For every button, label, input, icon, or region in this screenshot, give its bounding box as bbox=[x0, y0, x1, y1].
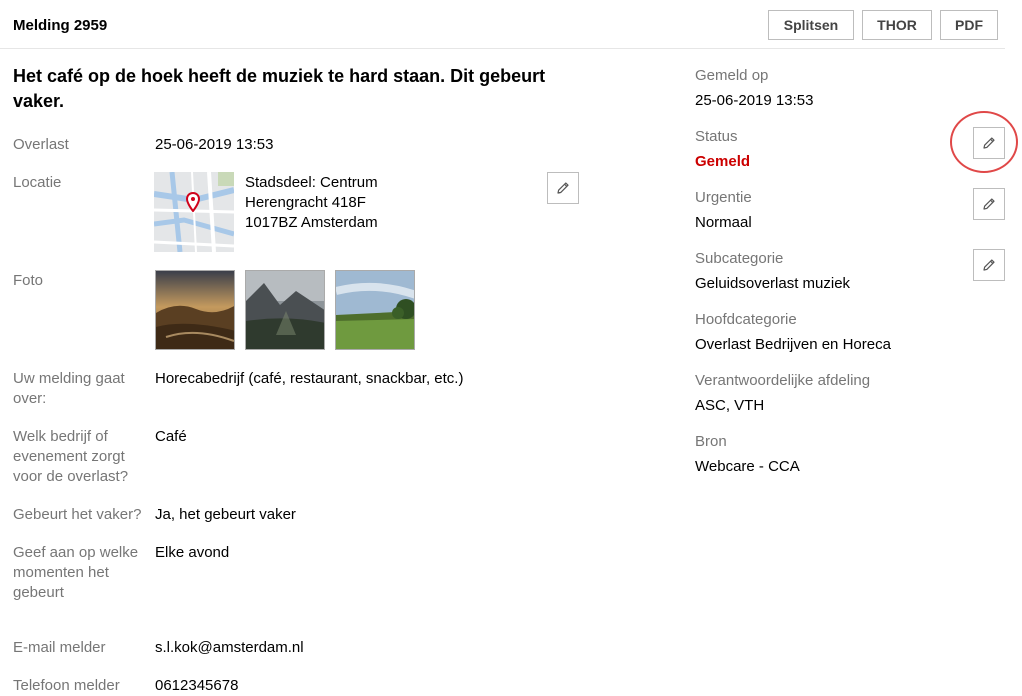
status-label: Status bbox=[695, 128, 738, 145]
gemeld-op-label: Gemeld op bbox=[695, 67, 769, 84]
bron-label: Bron bbox=[695, 433, 727, 450]
hoofdcategorie-label: Hoofdcategorie bbox=[695, 311, 797, 328]
urgentie-label: Urgentie bbox=[695, 189, 752, 206]
thor-button[interactable]: THOR bbox=[862, 10, 932, 40]
map-image bbox=[154, 172, 234, 252]
telefoon-value: 0612345678 bbox=[155, 677, 239, 694]
photo-thumbnail-3[interactable] bbox=[335, 270, 415, 350]
overlast-label: Overlast bbox=[13, 136, 69, 153]
email-value: s.l.kok@amsterdam.nl bbox=[155, 639, 304, 656]
hoofdcategorie-value: Overlast Bedrijven en Horeca bbox=[695, 336, 891, 353]
map-pin-icon bbox=[186, 192, 200, 212]
pencil-icon bbox=[983, 198, 995, 210]
vaker-value: Ja, het gebeurt vaker bbox=[155, 506, 296, 523]
location-map-thumbnail[interactable] bbox=[154, 172, 234, 252]
pencil-icon bbox=[983, 137, 995, 149]
email-label: E-mail melder bbox=[13, 639, 106, 656]
momenten-label: Geef aan op welke momenten het gebeurt bbox=[13, 544, 139, 601]
onderwerp-label: Uw melding gaat over: bbox=[13, 370, 125, 407]
address-district: Stadsdeel: Centrum bbox=[245, 174, 378, 191]
page-header: Melding 2959 Splitsen THOR PDF bbox=[0, 0, 1005, 49]
momenten-value: Elke avond bbox=[155, 544, 230, 561]
telefoon-label: Telefoon melder bbox=[13, 677, 120, 694]
address-postcode-city: 1017BZ Amsterdam bbox=[245, 214, 378, 231]
locatie-label: Locatie bbox=[13, 174, 62, 191]
afdeling-value: ASC, VTH bbox=[695, 397, 765, 414]
photo-thumbnail-2[interactable] bbox=[245, 270, 325, 350]
onderwerp-value: Horecabedrijf (café, restaurant, snackba… bbox=[155, 370, 464, 387]
bedrijf-value: Café bbox=[155, 428, 187, 445]
edit-urgentie-button[interactable] bbox=[973, 188, 1005, 220]
overlast-value: 25-06-2019 13:53 bbox=[155, 136, 274, 153]
afdeling-label: Verantwoordelijke afdeling bbox=[695, 372, 871, 389]
photo-image bbox=[246, 271, 324, 349]
urgentie-value: Normaal bbox=[695, 214, 752, 231]
address-street: Herengracht 418F bbox=[245, 194, 366, 211]
pdf-button[interactable]: PDF bbox=[940, 10, 998, 40]
status-value: Gemeld bbox=[695, 153, 751, 170]
edit-subcategorie-button[interactable] bbox=[973, 249, 1005, 281]
gemeld-op-value: 25-06-2019 13:53 bbox=[695, 92, 814, 109]
subcategorie-label: Subcategorie bbox=[695, 250, 784, 267]
vaker-label: Gebeurt het vaker? bbox=[13, 506, 142, 523]
edit-location-button[interactable] bbox=[547, 172, 579, 204]
photo-image bbox=[336, 271, 414, 349]
subcategorie-value: Geluidsoverlast muziek bbox=[695, 275, 851, 292]
pencil-icon bbox=[983, 259, 995, 271]
photo-thumbnail-1[interactable] bbox=[155, 270, 235, 350]
split-button[interactable]: Splitsen bbox=[768, 10, 854, 40]
foto-label: Foto bbox=[13, 272, 44, 289]
bron-value: Webcare - CCA bbox=[695, 458, 800, 475]
page-title: Melding 2959 bbox=[13, 17, 108, 34]
photo-image bbox=[156, 271, 234, 349]
bedrijf-label: Welk bedrijf of evenement zorgt voor de … bbox=[13, 428, 129, 485]
incident-description: Het café op de hoek heeft de muziek te h… bbox=[13, 66, 546, 111]
edit-status-button[interactable] bbox=[973, 127, 1005, 159]
pencil-icon bbox=[557, 182, 569, 194]
location-address: Stadsdeel: Centrum Herengracht 418F 1017… bbox=[245, 173, 378, 233]
